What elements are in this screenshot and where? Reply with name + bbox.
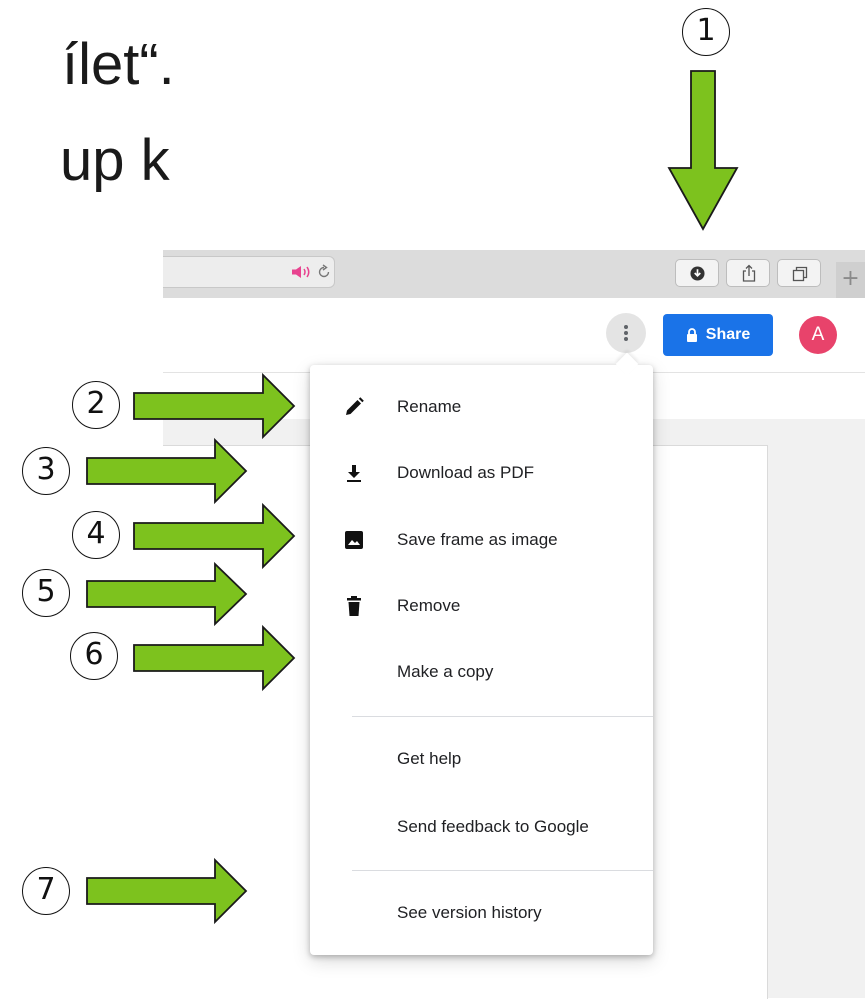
more-options-button[interactable]: [606, 313, 646, 353]
slide-text-line-2: up k: [60, 128, 170, 193]
share-button-label: Share: [705, 326, 751, 343]
menu-item-get-help[interactable]: Get help: [310, 729, 653, 789]
menu-divider: [352, 716, 653, 717]
menu-item-label: Remove: [397, 596, 461, 615]
callout-6: 6: [70, 632, 118, 680]
speaker-icon[interactable]: [291, 265, 311, 279]
annotation-arrow-4: [133, 502, 296, 570]
downloads-button[interactable]: [675, 259, 719, 287]
more-vert-icon: [624, 325, 628, 341]
menu-item-remove[interactable]: Remove: [310, 576, 653, 636]
menu-item-send-feedback[interactable]: Send feedback to Google: [310, 797, 653, 857]
callout-3: 3: [22, 447, 70, 495]
menu-item-label: See version history: [397, 903, 542, 922]
menu-item-label: Rename: [397, 397, 462, 416]
download-icon: [347, 465, 361, 482]
menu-item-label: Save frame as image: [397, 530, 558, 549]
reload-icon[interactable]: [316, 264, 332, 280]
avatar[interactable]: A: [799, 316, 837, 354]
annotation-arrow-2: [133, 372, 296, 440]
image-icon: [345, 531, 363, 549]
tabs-button[interactable]: [777, 259, 821, 287]
menu-item-label: Send feedback to Google: [397, 817, 589, 836]
address-bar[interactable]: [163, 256, 335, 288]
menu-divider: [352, 870, 653, 871]
menu-item-label: Get help: [397, 749, 462, 768]
callout-2: 2: [72, 381, 120, 429]
annotation-arrow-7: [86, 857, 248, 925]
menu-item-download-pdf[interactable]: Download as PDF: [310, 443, 653, 503]
callout-5: 5: [22, 569, 70, 617]
slide-text-line-1: ílet“.: [62, 32, 175, 97]
trash-icon: [347, 596, 361, 616]
annotation-arrow-5: [86, 561, 248, 627]
new-tab-button[interactable]: +: [836, 262, 865, 298]
callout-7: 7: [22, 867, 70, 915]
share-sheet-button[interactable]: [726, 259, 770, 287]
menu-item-save-frame-image[interactable]: Save frame as image: [310, 510, 653, 570]
annotation-arrow-6: [133, 624, 296, 692]
share-button[interactable]: Share: [663, 314, 773, 356]
tabs-icon: [792, 266, 808, 282]
menu-item-rename[interactable]: Rename: [310, 377, 653, 437]
menu-item-label: Make a copy: [397, 662, 494, 681]
share-sheet-icon: [742, 264, 756, 282]
menu-item-version-history[interactable]: See version history: [310, 883, 653, 943]
lock-icon: [686, 328, 697, 342]
callout-4: 4: [72, 511, 120, 559]
annotation-arrow-3: [86, 437, 248, 505]
pencil-icon: [346, 397, 364, 415]
callout-1: 1: [682, 8, 730, 56]
menu-item-make-copy[interactable]: Make a copy: [310, 642, 653, 702]
download-icon: [690, 266, 705, 281]
menu-item-label: Download as PDF: [397, 463, 535, 482]
annotation-arrow-1: [667, 70, 739, 231]
